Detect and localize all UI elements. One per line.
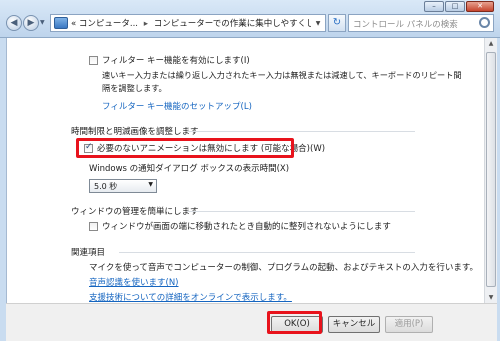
search-placeholder: コントロール パネルの検索 <box>353 20 458 30</box>
notification-duration-label: Windows の通知ダイアログ ボックスの表示時間(X) <box>89 164 290 174</box>
window-management-heading: ウィンドウの管理を簡単にします <box>71 207 199 217</box>
apply-button[interactable]: 適用(P) <box>385 316 433 333</box>
prevent-snap-checkbox[interactable] <box>89 222 98 231</box>
maximize-button[interactable]: □ <box>445 1 465 12</box>
refresh-button[interactable]: ↻ <box>328 14 346 32</box>
notification-duration-value: 5.0 秒 <box>94 182 118 191</box>
speech-description: マイクを使って音声でコンピューターの制御、プログラムの起動、およびテキストの入力… <box>89 263 479 273</box>
breadcrumb-item-computer[interactable]: コンピュータ... <box>79 19 138 29</box>
breadcrumb-separator-icon: ▸ <box>143 19 148 29</box>
address-dropdown-icon[interactable]: ▼ <box>311 20 325 27</box>
back-button[interactable]: ◀ <box>6 15 22 31</box>
breadcrumb-overflow[interactable]: « <box>71 19 76 29</box>
notification-duration-select[interactable]: 5.0 秒 ▼ <box>89 179 157 193</box>
speech-recognition-link[interactable]: 音声認識を使います(N) <box>89 276 179 288</box>
window-controls: – □ ✕ <box>424 1 494 12</box>
title-bar: – □ ✕ ◀ ▶ ▼ « コンピュータ... ▸ コンピューターでの作業に集中… <box>0 0 500 38</box>
address-bar[interactable]: « コンピュータ... ▸ コンピューターでの作業に集中しやすくします ▼ <box>50 14 326 32</box>
highlight-frame <box>76 138 294 158</box>
breadcrumb: « コンピュータ... ▸ コンピューターでの作業に集中しやすくします <box>71 17 311 29</box>
search-input[interactable]: コントロール パネルの検索 <box>348 14 494 32</box>
scroll-thumb[interactable] <box>486 52 496 287</box>
related-heading: 関連項目 <box>71 248 106 258</box>
content-pane: フィルター キー機能を有効にします(I) 速いキー入力または繰り返し入力されたキ… <box>6 38 484 303</box>
scroll-up-icon[interactable]: ▲ <box>485 40 497 47</box>
search-icon[interactable] <box>479 17 490 28</box>
filter-keys-label[interactable]: フィルター キー機能を有効にします(I) <box>102 54 250 66</box>
filter-keys-checkbox[interactable] <box>89 56 98 65</box>
assistive-tech-online-link[interactable]: 支援技術についての詳細をオンラインで表示します。 <box>89 291 292 303</box>
forward-button[interactable]: ▶ <box>23 15 39 31</box>
scroll-down-icon[interactable]: ▼ <box>485 294 497 301</box>
minimize-button[interactable]: – <box>424 1 444 12</box>
vertical-scrollbar[interactable]: ▲ ▼ <box>484 38 497 303</box>
breadcrumb-item-current[interactable]: コンピューターでの作業に集中しやすくします <box>154 19 311 29</box>
cancel-button[interactable]: キャンセル <box>328 316 380 333</box>
filter-keys-description-line2: 隔を調整します。 <box>102 83 167 93</box>
control-panel-icon <box>54 17 68 29</box>
filter-keys-setup-link[interactable]: フィルター キー機能のセットアップ(L) <box>102 100 252 112</box>
recent-pages-dropdown-icon[interactable]: ▼ <box>40 19 45 26</box>
dialog-footer: OK(O) キャンセル 適用(P) <box>6 303 497 341</box>
prevent-snap-label[interactable]: ウィンドウが画面の端に移動されたとき自動的に整列されないようにします <box>102 220 391 232</box>
section-divider <box>187 211 415 212</box>
filter-keys-description-line1: 速いキー入力または繰り返し入力されたキー入力は無視または減速して、キーボードのリ… <box>102 70 462 80</box>
highlight-frame-ok <box>267 311 322 334</box>
section-divider <box>119 252 415 253</box>
section-divider <box>187 131 415 132</box>
close-button[interactable]: ✕ <box>466 1 494 12</box>
filter-keys-description: 速いキー入力または繰り返し入力されたキー入力は無視または減速して、キーボードのリ… <box>102 69 500 95</box>
time-limits-heading: 時間制限と明滅画像を調整します <box>71 127 199 137</box>
chevron-down-icon: ▼ <box>148 181 153 188</box>
